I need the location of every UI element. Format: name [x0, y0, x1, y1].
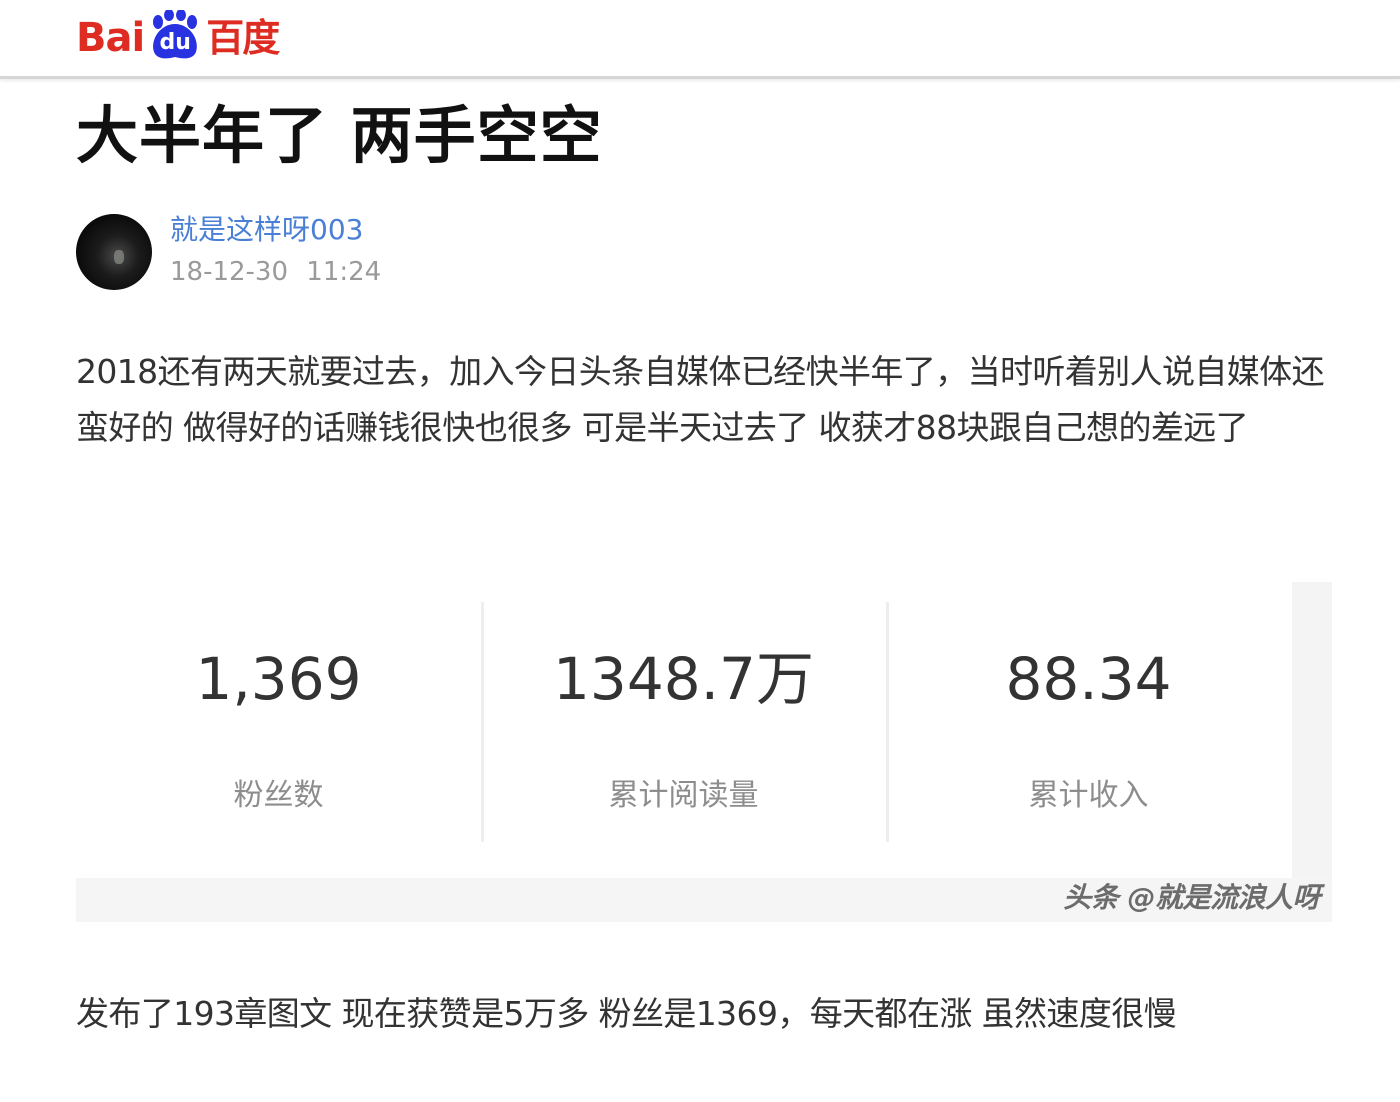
stats-row: 1,369 粉丝数 1348.7万 累计阅读量 88.34 累计收入	[76, 582, 1292, 882]
stat-total-income: 88.34 累计收入	[886, 582, 1291, 882]
baidu-paw-icon: du	[146, 10, 204, 60]
article-paragraph-1: 2018还有两天就要过去，加入今日头条自媒体已经快半年了，当时听着别人说自媒体还…	[76, 352, 1325, 447]
stat-label: 累计收入	[1028, 778, 1149, 813]
author-avatar[interactable]	[76, 214, 152, 290]
stat-value: 88.34	[1005, 645, 1172, 713]
baidu-logo[interactable]: Bai du 百度	[76, 10, 280, 61]
logo-text-cn: 百度	[206, 16, 280, 60]
stat-value: 1,369	[195, 645, 362, 713]
image-watermark: 头条 @就是流浪人呀	[1063, 881, 1320, 914]
stats-screenshot-image: 1,369 粉丝数 1348.7万 累计阅读量 88.34 累计收入 头条 @就…	[76, 582, 1332, 922]
stat-label: 粉丝数	[233, 778, 324, 813]
article-paragraph-2: 发布了193章图文 现在获赞是5万多 粉丝是1369，每天都在涨 虽然速度很慢	[76, 994, 1177, 1033]
article-title: 大半年了 两手空空	[76, 99, 603, 172]
logo-text-bai: Bai	[76, 15, 145, 61]
stat-label: 累计阅读量	[608, 778, 759, 813]
stat-total-reads: 1348.7万 累计阅读量	[481, 582, 886, 882]
watermark-bar: 头条 @就是流浪人呀	[76, 878, 1332, 922]
stat-followers: 1,369 粉丝数	[76, 582, 481, 882]
post-timestamp: 18-12-30 11:24	[170, 257, 382, 287]
author-name-link[interactable]: 就是这样呀003	[170, 214, 363, 246]
logo-text-du: du	[159, 30, 191, 55]
top-bar: Bai du 百度	[0, 0, 1400, 79]
author-block: 就是这样呀003 18-12-30 11:24	[76, 214, 676, 294]
stat-value: 1348.7万	[553, 645, 814, 713]
card-edge	[1292, 582, 1332, 882]
